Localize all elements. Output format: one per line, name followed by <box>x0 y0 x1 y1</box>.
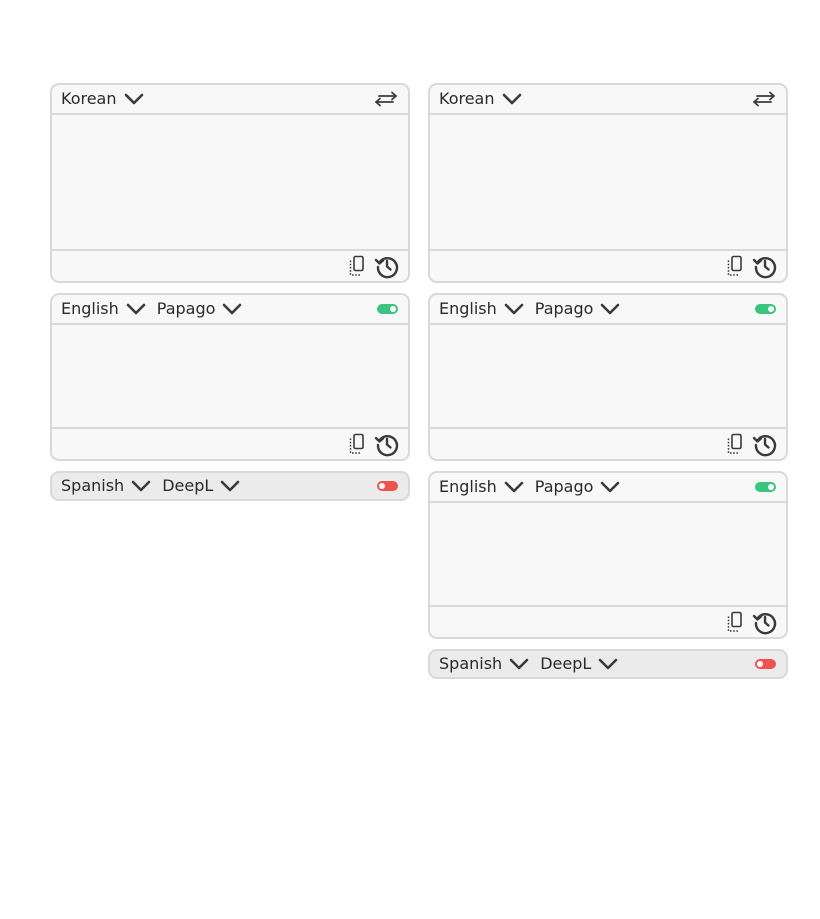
chevron-down-icon <box>123 300 149 318</box>
target-text-area <box>430 503 786 607</box>
target-language-label: English <box>61 299 119 318</box>
history-icon[interactable] <box>374 253 400 279</box>
source-language-label: Korean <box>61 89 117 108</box>
target-language-label: English <box>439 477 497 496</box>
target-language-label: Spanish <box>439 654 503 673</box>
history-icon[interactable] <box>752 609 778 635</box>
source-panel: Korean <box>428 83 788 283</box>
copy-icon[interactable] <box>726 255 744 277</box>
target-panel-collapsed: Spanish DeepL <box>50 471 410 501</box>
service-label: DeepL <box>540 654 592 673</box>
chevron-down-icon <box>128 477 154 495</box>
target-panel: English Papago <box>428 471 788 639</box>
service-label: Papago <box>156 299 216 318</box>
chevron-down-icon <box>121 90 147 108</box>
target-language-dropdown[interactable]: Spanish <box>61 477 162 495</box>
target-panel: English Papago <box>50 293 410 461</box>
service-label: DeepL <box>162 476 214 495</box>
history-icon[interactable] <box>752 431 778 457</box>
target-header: English Papago <box>52 295 408 325</box>
target-footer <box>430 607 786 637</box>
service-enable-toggle[interactable] <box>755 482 776 492</box>
history-icon[interactable] <box>752 253 778 279</box>
source-header: Korean <box>52 85 408 115</box>
copy-icon[interactable] <box>726 611 744 633</box>
service-enable-toggle[interactable] <box>755 304 776 314</box>
target-language-dropdown[interactable]: English <box>439 300 535 318</box>
chevron-down-icon <box>506 655 532 673</box>
target-language-dropdown[interactable]: English <box>439 478 535 496</box>
target-text-area <box>430 325 786 429</box>
target-language-dropdown[interactable]: Spanish <box>439 655 540 673</box>
chevron-down-icon <box>499 90 525 108</box>
source-language-label: Korean <box>439 89 495 108</box>
swap-icon[interactable] <box>751 91 777 107</box>
source-footer <box>52 251 408 281</box>
chevron-down-icon <box>597 478 623 496</box>
source-language-dropdown[interactable]: Korean <box>61 90 155 108</box>
target-header: Spanish DeepL <box>52 473 408 499</box>
target-footer <box>52 429 408 459</box>
target-language-label: Spanish <box>61 476 125 495</box>
chevron-down-icon <box>217 477 243 495</box>
service-enable-toggle[interactable] <box>377 304 398 314</box>
source-language-dropdown[interactable]: Korean <box>439 90 533 108</box>
source-text-area[interactable] <box>430 115 786 251</box>
target-header: Spanish DeepL <box>430 651 786 677</box>
translation-service-dropdown[interactable]: Papago <box>535 300 632 318</box>
translation-service-dropdown[interactable]: DeepL <box>540 655 629 673</box>
right-column: Korean English Papago English Papago Spa… <box>428 83 788 689</box>
history-icon[interactable] <box>374 431 400 457</box>
translation-service-dropdown[interactable]: DeepL <box>162 477 251 495</box>
target-language-label: English <box>439 299 497 318</box>
chevron-down-icon <box>597 300 623 318</box>
target-text-area <box>52 325 408 429</box>
target-header: English Papago <box>430 473 786 503</box>
service-label: Papago <box>534 477 594 496</box>
service-enable-toggle[interactable] <box>377 481 398 491</box>
source-text-area[interactable] <box>52 115 408 251</box>
target-header: English Papago <box>430 295 786 325</box>
chevron-down-icon <box>501 478 527 496</box>
chevron-down-icon <box>595 655 621 673</box>
translation-service-dropdown[interactable]: Papago <box>157 300 254 318</box>
target-panel: English Papago <box>428 293 788 461</box>
target-language-dropdown[interactable]: English <box>61 300 157 318</box>
copy-icon[interactable] <box>726 433 744 455</box>
target-footer <box>430 429 786 459</box>
chevron-down-icon <box>219 300 245 318</box>
translation-service-dropdown[interactable]: Papago <box>535 478 632 496</box>
target-panel-collapsed: Spanish DeepL <box>428 649 788 679</box>
service-label: Papago <box>534 299 594 318</box>
swap-icon[interactable] <box>373 91 399 107</box>
copy-icon[interactable] <box>348 433 366 455</box>
source-header: Korean <box>430 85 786 115</box>
chevron-down-icon <box>501 300 527 318</box>
service-enable-toggle[interactable] <box>755 659 776 669</box>
source-panel: Korean <box>50 83 410 283</box>
copy-icon[interactable] <box>348 255 366 277</box>
left-column: Korean English Papago Spanish DeepL <box>50 83 410 511</box>
source-footer <box>430 251 786 281</box>
